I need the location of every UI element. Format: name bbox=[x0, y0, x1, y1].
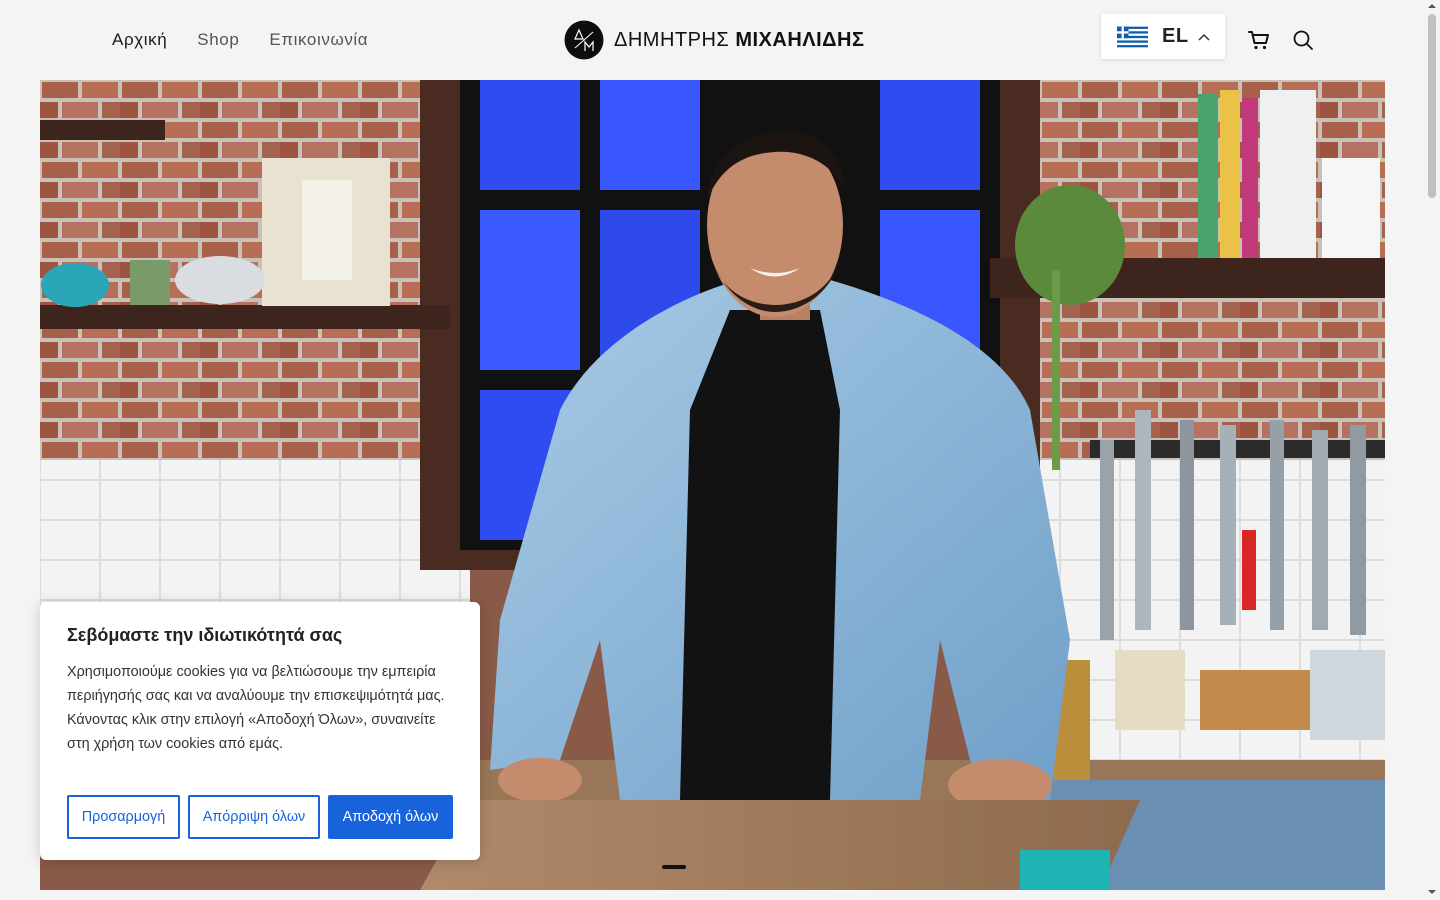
nav-home-link[interactable]: Αρχική bbox=[112, 28, 167, 52]
cookie-actions: Προσαρμογή Απόρριψη όλων Αποδοχή όλων bbox=[67, 795, 453, 839]
customize-button[interactable]: Προσαρμογή bbox=[67, 795, 180, 839]
brand-name: ΔΗΜΗΤΡΗΣ ΜΙΧΑΗΛΙΔΗΣ bbox=[614, 29, 865, 52]
accept-all-button[interactable]: Αποδοχή όλων bbox=[328, 795, 453, 839]
language-code: EL bbox=[1162, 25, 1189, 47]
nav-shop-link[interactable]: Shop bbox=[197, 28, 239, 52]
site-header: Αρχική Shop Επικοινωνία ΔΗΜΗΤΡΗΣ ΜΙΧΑΗΛΙ… bbox=[0, 0, 1424, 80]
cookie-consent-banner: Σεβόμαστε την ιδιωτικότητά σας Χρησιμοπο… bbox=[40, 602, 480, 860]
brand-mark-icon bbox=[564, 20, 604, 60]
scroll-up-arrow-icon[interactable] bbox=[1428, 2, 1436, 10]
nav-contact-link[interactable]: Επικοινωνία bbox=[269, 28, 368, 52]
greece-flag-icon bbox=[1117, 26, 1148, 47]
search-icon[interactable] bbox=[1291, 28, 1315, 52]
brand-logo[interactable]: ΔΗΜΗΤΡΗΣ ΜΙΧΑΗΛΙΔΗΣ bbox=[564, 20, 865, 60]
cookie-title: Σεβόμαστε την ιδιωτικότητά σας bbox=[67, 625, 343, 645]
cart-icon[interactable] bbox=[1247, 28, 1271, 52]
language-selector[interactable]: EL bbox=[1101, 14, 1225, 59]
brand-last-name: ΜΙΧΑΗΛΙΔΗΣ bbox=[735, 28, 865, 51]
main-nav: Αρχική Shop Επικοινωνία bbox=[112, 28, 368, 52]
cookie-text: Χρησιμοποιούμε cookies για να βελτιώσουμ… bbox=[67, 664, 445, 752]
page-scrollbar[interactable] bbox=[1424, 0, 1440, 900]
reject-all-button[interactable]: Απόρριψη όλων bbox=[188, 795, 320, 839]
chevron-up-icon bbox=[1198, 33, 1210, 41]
slide-indicator[interactable] bbox=[662, 865, 686, 869]
scroll-down-arrow-icon[interactable] bbox=[1428, 888, 1436, 896]
brand-first-name: ΔΗΜΗΤΡΗΣ bbox=[614, 28, 730, 51]
scroll-thumb[interactable] bbox=[1428, 14, 1436, 198]
